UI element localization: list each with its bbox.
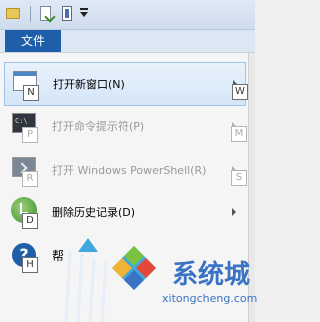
menu-item-delete-history[interactable]: D 删除历史记录(D) <box>4 191 246 235</box>
toolbar-separator <box>30 6 31 22</box>
menu-item-label: 帮 <box>52 249 65 263</box>
menu-item-open-command-prompt[interactable]: P 打开命令提示符(P) M <box>4 105 247 149</box>
folder-icon[interactable] <box>6 8 20 19</box>
menu-item-open-powershell[interactable]: R 打开 Windows PowerShell(R) S <box>4 149 247 193</box>
menu-item-help[interactable]: ? H 帮 <box>4 239 246 283</box>
customize-toolbar-dropdown-icon[interactable] <box>80 8 88 17</box>
menu-item-open-new-window[interactable]: N 打开新窗口(N) W <box>4 62 248 106</box>
keytip: W <box>232 84 248 100</box>
watermark-pointer-shape <box>78 238 98 252</box>
frequent-places-pane <box>248 53 255 322</box>
keytip: S <box>231 170 247 186</box>
keytip: D <box>22 213 38 229</box>
menu-item-label: 打开 Windows PowerShell(R) <box>52 164 207 177</box>
menu-item-label: 打开新窗口(N) <box>53 78 125 91</box>
new-folder-icon[interactable] <box>62 6 72 21</box>
keytip: P <box>22 127 38 143</box>
menu-item-label: 打开命令提示符(P) <box>52 120 145 133</box>
keytip: M <box>231 126 247 142</box>
file-tab[interactable]: 文件 <box>5 30 61 52</box>
keytip: H <box>22 257 38 273</box>
submenu-arrow-icon[interactable] <box>232 208 236 216</box>
keytip: R <box>22 171 38 187</box>
keytip: N <box>23 85 39 101</box>
file-menu: N 打开新窗口(N) W P 打开命令提示符(P) M R 打开 Windows… <box>0 52 255 322</box>
menu-item-label: 删除历史记录(D) <box>52 206 136 219</box>
quick-access-toolbar <box>0 0 255 30</box>
